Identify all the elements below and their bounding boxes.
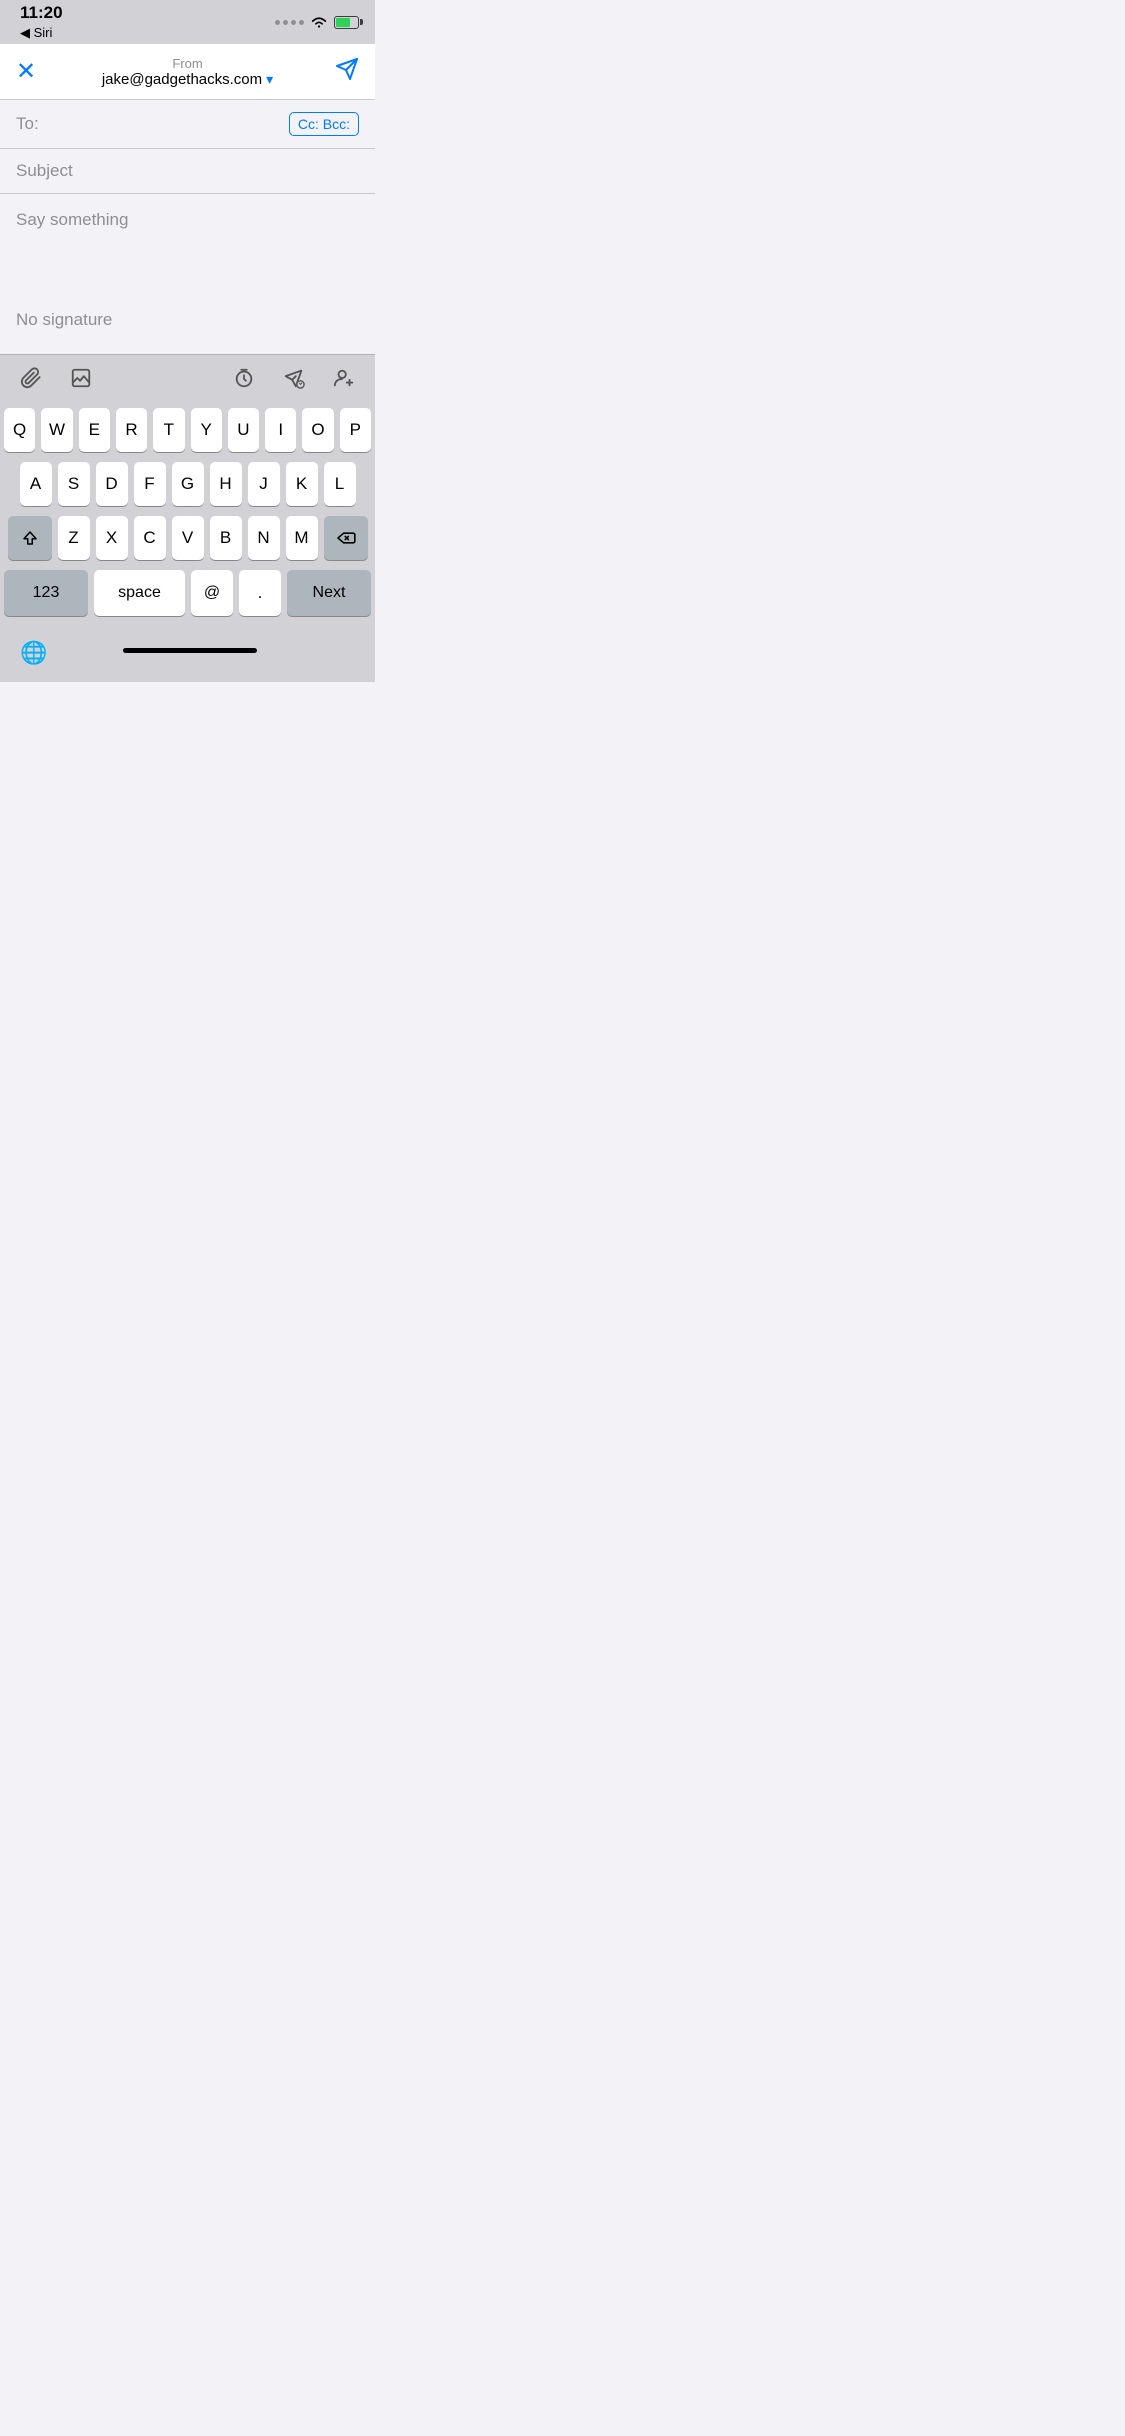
key-m[interactable]: M <box>286 516 318 560</box>
to-field-row[interactable]: To: Cc: Bcc: <box>0 100 375 149</box>
key-g[interactable]: G <box>172 462 204 506</box>
key-x[interactable]: X <box>96 516 128 560</box>
image-icon[interactable] <box>70 367 92 389</box>
bottom-bar: 🌐 <box>0 630 375 682</box>
next-button[interactable]: Next <box>287 570 371 616</box>
key-o[interactable]: O <box>302 408 333 452</box>
key-k[interactable]: K <box>286 462 318 506</box>
key-w[interactable]: W <box>41 408 72 452</box>
key-i[interactable]: I <box>265 408 296 452</box>
keyboard-row-4: 123 space @ . Next <box>4 570 371 616</box>
key-h[interactable]: H <box>210 462 242 506</box>
key-t[interactable]: T <box>153 408 184 452</box>
key-e[interactable]: E <box>79 408 110 452</box>
close-button[interactable]: ✕ <box>16 57 52 86</box>
delete-button[interactable] <box>324 516 368 560</box>
status-left: 11:20 ◀ Siri <box>20 3 63 41</box>
at-button[interactable]: @ <box>191 570 233 616</box>
from-label: From <box>172 56 202 71</box>
attachment-icon[interactable] <box>20 367 42 389</box>
signal-icon <box>275 20 304 25</box>
key-p[interactable]: P <box>340 408 371 452</box>
to-input[interactable] <box>56 114 289 134</box>
keyboard-row-2: A S D F G H J K L <box>4 462 371 506</box>
key-a[interactable]: A <box>20 462 52 506</box>
globe-icon[interactable]: 🌐 <box>20 640 47 666</box>
key-b[interactable]: B <box>210 516 242 560</box>
wifi-icon <box>310 16 328 29</box>
send-button[interactable] <box>323 57 359 87</box>
numbers-button[interactable]: 123 <box>4 570 88 616</box>
keyboard-row-1: Q W E R T Y U I O P <box>4 408 371 452</box>
key-u[interactable]: U <box>228 408 259 452</box>
key-l[interactable]: L <box>324 462 356 506</box>
status-bar: 11:20 ◀ Siri <box>0 0 375 44</box>
key-j[interactable]: J <box>248 462 280 506</box>
space-button[interactable]: space <box>94 570 185 616</box>
key-v[interactable]: V <box>172 516 204 560</box>
status-time: 11:20 <box>20 3 63 23</box>
from-email[interactable]: jake@gadgethacks.com ▾ <box>102 71 273 88</box>
compose-header: ✕ From jake@gadgethacks.com ▾ <box>0 44 375 100</box>
status-right <box>275 16 359 29</box>
siri-label: ◀ Siri <box>20 25 63 41</box>
key-y[interactable]: Y <box>191 408 222 452</box>
keyboard: Q W E R T Y U I O P A S D F G H J K L Z … <box>0 400 375 630</box>
signature-text: No signature <box>16 310 112 329</box>
key-n[interactable]: N <box>248 516 280 560</box>
home-indicator <box>123 648 257 653</box>
period-button[interactable]: . <box>239 570 281 616</box>
subject-row[interactable]: Subject <box>0 149 375 194</box>
timer-icon[interactable] <box>233 367 255 389</box>
shift-button[interactable] <box>8 516 52 560</box>
cc-bcc-button[interactable]: Cc: Bcc: <box>289 112 359 136</box>
key-q[interactable]: Q <box>4 408 35 452</box>
battery-icon <box>334 16 359 29</box>
key-r[interactable]: R <box>116 408 147 452</box>
from-email-text: jake@gadgethacks.com <box>102 71 262 88</box>
key-c[interactable]: C <box>134 516 166 560</box>
add-contact-icon[interactable] <box>333 367 355 389</box>
to-label: To: <box>16 114 48 134</box>
key-s[interactable]: S <box>58 462 90 506</box>
subject-placeholder: Subject <box>16 161 73 180</box>
from-field: From jake@gadgethacks.com ▾ <box>52 56 323 88</box>
key-f[interactable]: F <box>134 462 166 506</box>
key-z[interactable]: Z <box>58 516 90 560</box>
key-d[interactable]: D <box>96 462 128 506</box>
send-later-icon[interactable] <box>283 367 305 389</box>
keyboard-row-3: Z X C V B N M <box>4 516 371 560</box>
body-placeholder: Say something <box>16 210 359 230</box>
chevron-down-icon: ▾ <box>266 71 273 88</box>
body-area[interactable]: Say something No signature <box>0 194 375 354</box>
keyboard-toolbar <box>0 354 375 400</box>
